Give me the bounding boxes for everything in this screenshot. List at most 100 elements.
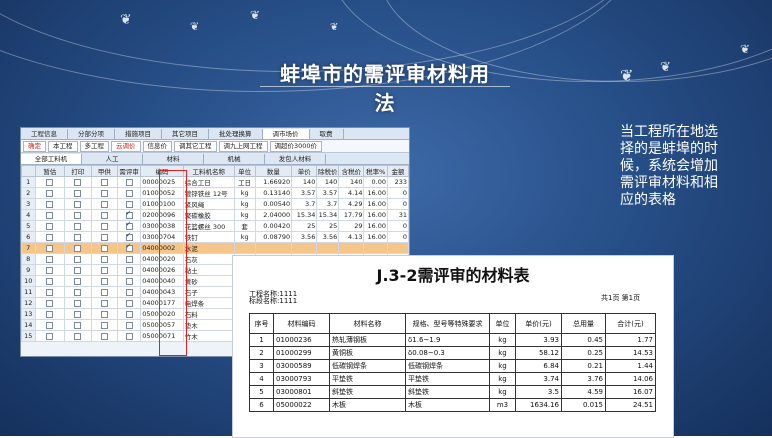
needs-review-checkbox[interactable]: [125, 178, 133, 186]
grid-row[interactable]: 503000038花篮螺丝 300套0.0042025252916.000: [21, 220, 409, 232]
print-checkbox[interactable]: [74, 189, 82, 197]
owner-supplied-checkbox[interactable]: [100, 277, 108, 285]
grid-column-header[interactable]: 工料机名称: [182, 165, 235, 177]
estimate-checkbox[interactable]: [46, 266, 54, 274]
owner-supplied-checkbox[interactable]: [100, 222, 108, 230]
sub-tab[interactable]: 全部工料机: [21, 153, 82, 164]
toolbar-button[interactable]: 本工程: [48, 140, 78, 152]
grid-column-header[interactable]: 编码: [140, 165, 184, 177]
grid-row[interactable]: 3 01000100 紧风绳 kg 0.00540 3.7 3.7 4.29 16.00 0: [21, 198, 409, 210]
needs-review-checkbox[interactable]: [125, 244, 133, 252]
grid-column-header[interactable]: 单价: [291, 165, 318, 177]
grid-row[interactable]: 603000704铁钉kg0.087903.563.564.1316.000: [21, 231, 409, 243]
estimate-checkbox[interactable]: [46, 189, 54, 197]
print-checkbox[interactable]: [74, 233, 82, 241]
needs-review-checkbox[interactable]: [125, 299, 133, 307]
owner-supplied-checkbox[interactable]: [100, 244, 108, 252]
needs-review-checkbox[interactable]: [125, 255, 133, 263]
estimate-checkbox[interactable]: [46, 178, 54, 186]
grid-row[interactable]: 402000096聚碳橡胶kg2.0400015.3415.3417.7916.…: [21, 209, 409, 221]
toolbar-button[interactable]: 多工程: [79, 140, 109, 152]
grid-column-header[interactable]: 打印: [64, 165, 92, 177]
grid-column-header[interactable]: 甲供: [90, 165, 119, 177]
owner-supplied-checkbox[interactable]: [100, 332, 108, 340]
grid-column-header[interactable]: 单位: [233, 165, 256, 177]
estimate-checkbox[interactable]: [46, 332, 54, 340]
owner-supplied-checkbox[interactable]: [100, 288, 108, 296]
estimate-checkbox[interactable]: [46, 211, 54, 219]
toolbar-button[interactable]: 调九上网工程: [218, 140, 268, 152]
estimate-checkbox[interactable]: [46, 277, 54, 285]
print-checkbox[interactable]: [74, 277, 82, 285]
needs-review-checkbox[interactable]: [125, 233, 133, 241]
sub-tab[interactable]: 材料: [143, 153, 204, 164]
print-checkbox[interactable]: [74, 178, 82, 186]
print-checkbox[interactable]: [74, 222, 82, 230]
toolbar-button[interactable]: 调其它工程: [174, 140, 217, 152]
print-checkbox[interactable]: [74, 321, 82, 329]
grid-row[interactable]: 7 04000002水泥: [21, 242, 409, 254]
owner-supplied-checkbox[interactable]: [100, 211, 108, 219]
sub-tab[interactable]: 人工: [82, 153, 143, 164]
top-tab[interactable]: 取费: [310, 128, 344, 139]
print-checkbox[interactable]: [74, 310, 82, 318]
estimate-checkbox[interactable]: [46, 200, 54, 208]
toolbar-button[interactable]: 信息价: [142, 140, 172, 152]
owner-supplied-checkbox[interactable]: [100, 321, 108, 329]
needs-review-checkbox[interactable]: [125, 211, 133, 219]
top-tab[interactable]: 批处理换算: [209, 128, 263, 139]
grid-column-header[interactable]: 暂估: [34, 165, 66, 177]
print-checkbox[interactable]: [74, 332, 82, 340]
estimate-checkbox[interactable]: [46, 310, 54, 318]
owner-supplied-checkbox[interactable]: [100, 178, 108, 186]
estimate-checkbox[interactable]: [46, 244, 54, 252]
estimate-checkbox[interactable]: [46, 288, 54, 296]
grid-column-header[interactable]: 除税价: [316, 165, 340, 177]
sub-tab[interactable]: 发包人材料: [265, 153, 326, 164]
owner-supplied-checkbox[interactable]: [100, 200, 108, 208]
needs-review-checkbox[interactable]: [125, 288, 133, 296]
estimate-checkbox[interactable]: [46, 233, 54, 241]
print-checkbox[interactable]: [74, 266, 82, 274]
top-tab[interactable]: 其它项目: [162, 128, 209, 139]
grid-column-header[interactable]: 金额: [387, 165, 409, 177]
grid-column-header[interactable]: 数量: [254, 165, 293, 177]
owner-supplied-checkbox[interactable]: [100, 189, 108, 197]
estimate-checkbox[interactable]: [46, 299, 54, 307]
owner-supplied-checkbox[interactable]: [100, 255, 108, 263]
owner-supplied-checkbox[interactable]: [100, 233, 108, 241]
top-tab[interactable]: 工程信息: [21, 128, 68, 139]
owner-supplied-checkbox[interactable]: [100, 299, 108, 307]
print-checkbox[interactable]: [74, 200, 82, 208]
grid-column-header[interactable]: 需评审: [117, 165, 142, 177]
needs-review-checkbox[interactable]: [125, 277, 133, 285]
toolbar-button[interactable]: 调超价3000价: [269, 140, 323, 152]
owner-supplied-checkbox[interactable]: [100, 266, 108, 274]
sub-tab[interactable]: 机械: [204, 153, 265, 164]
estimate-checkbox[interactable]: [46, 222, 54, 230]
print-checkbox[interactable]: [74, 255, 82, 263]
top-tab[interactable]: 分部分项: [68, 128, 115, 139]
estimate-checkbox[interactable]: [46, 255, 54, 263]
toolbar-button[interactable]: 云调价: [111, 140, 141, 152]
needs-review-checkbox[interactable]: [125, 222, 133, 230]
owner-supplied-checkbox[interactable]: [100, 310, 108, 318]
print-checkbox[interactable]: [74, 299, 82, 307]
grid-column-header[interactable]: [21, 165, 36, 177]
toolbar-button[interactable]: 确定: [23, 140, 46, 152]
estimate-checkbox[interactable]: [46, 321, 54, 329]
needs-review-checkbox[interactable]: [125, 266, 133, 274]
needs-review-checkbox[interactable]: [125, 189, 133, 197]
print-checkbox[interactable]: [74, 288, 82, 296]
grid-row[interactable]: 2 01000052 镀锌铁丝 12号 kg 0.13140 3.57 3.57 4.14 16…: [21, 187, 409, 199]
needs-review-checkbox[interactable]: [125, 321, 133, 329]
needs-review-checkbox[interactable]: [125, 332, 133, 340]
grid-column-header[interactable]: 含税价: [338, 165, 365, 177]
top-tab[interactable]: 措施项目: [115, 128, 162, 139]
needs-review-checkbox[interactable]: [125, 310, 133, 318]
grid-row[interactable]: 1 00000025 综合工日 工日 1.66920 140 140 140 0.00 233: [21, 176, 409, 188]
print-checkbox[interactable]: [74, 211, 82, 219]
needs-review-checkbox[interactable]: [125, 200, 133, 208]
print-checkbox[interactable]: [74, 244, 82, 252]
grid-column-header[interactable]: 税率%: [363, 165, 389, 177]
